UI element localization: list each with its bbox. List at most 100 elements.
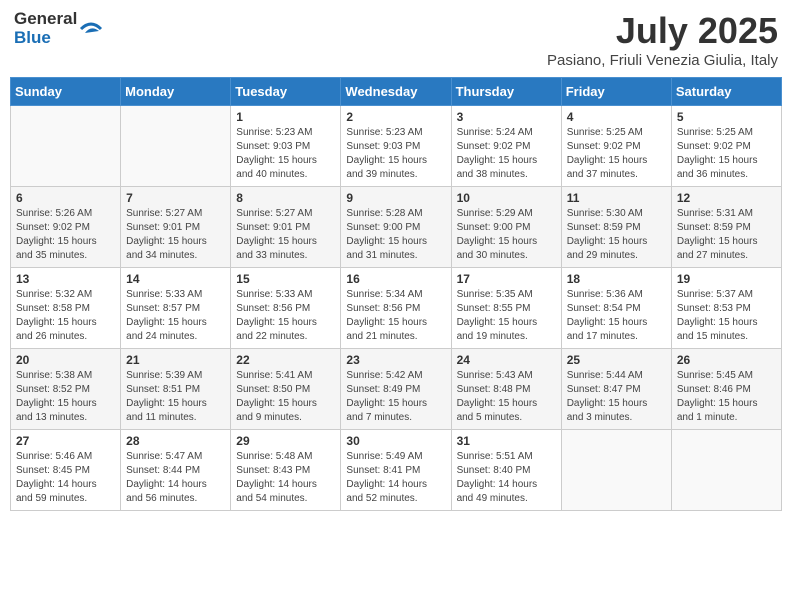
day-info: Sunrise: 5:30 AM Sunset: 8:59 PM Dayligh… (567, 207, 666, 263)
weekday-header: Wednesday (341, 78, 451, 106)
day-number: 20 (16, 353, 115, 367)
calendar-week-row: 13 Sunrise: 5:32 AM Sunset: 8:58 PM Dayli… (11, 268, 782, 349)
calendar-week-row: 6 Sunrise: 5:26 AM Sunset: 9:02 PM Daylig… (11, 187, 782, 268)
day-info: Sunrise: 5:49 AM Sunset: 8:41 PM Dayligh… (346, 450, 445, 506)
logo-general: General (14, 10, 77, 29)
day-number: 1 (236, 110, 335, 124)
day-number: 18 (567, 272, 666, 286)
day-number: 2 (346, 110, 445, 124)
logo-icon (79, 17, 103, 41)
day-number: 15 (236, 272, 335, 286)
calendar-header-row: SundayMondayTuesdayWednesdayThursdayFrid… (11, 78, 782, 106)
day-info: Sunrise: 5:31 AM Sunset: 8:59 PM Dayligh… (677, 207, 776, 263)
day-info: Sunrise: 5:29 AM Sunset: 9:00 PM Dayligh… (457, 207, 556, 263)
day-info: Sunrise: 5:33 AM Sunset: 8:57 PM Dayligh… (126, 288, 225, 344)
calendar-cell: 3Sunrise: 5:24 AM Sunset: 9:02 PM Daylig… (451, 106, 561, 187)
location: Pasiano, Friuli Venezia Giulia, Italy (547, 52, 778, 69)
day-info: Sunrise: 5:41 AM Sunset: 8:50 PM Dayligh… (236, 369, 335, 425)
day-number: 3 (457, 110, 556, 124)
calendar-cell: 22 Sunrise: 5:41 AM Sunset: 8:50 PM Dayli… (231, 349, 341, 430)
day-info: Sunrise: 5:23 AM Sunset: 9:03 PM Dayligh… (236, 126, 335, 182)
logo-blue: Blue (14, 29, 77, 48)
weekday-header: Thursday (451, 78, 561, 106)
day-info: Sunrise: 5:37 AM Sunset: 8:53 PM Dayligh… (677, 288, 776, 344)
page-header: General Blue July 2025 Pasiano, Friuli V… (10, 10, 782, 69)
calendar-cell: 11 Sunrise: 5:30 AM Sunset: 8:59 PM Dayli… (561, 187, 671, 268)
day-number: 28 (126, 434, 225, 448)
month-title: July 2025 (547, 10, 778, 52)
weekday-header: Sunday (11, 78, 121, 106)
calendar-cell: 25 Sunrise: 5:44 AM Sunset: 8:47 PM Dayli… (561, 349, 671, 430)
day-number: 6 (16, 191, 115, 205)
day-info: Sunrise: 5:25 AM Sunset: 9:02 PM Dayligh… (567, 126, 666, 182)
day-info: Sunrise: 5:32 AM Sunset: 8:58 PM Dayligh… (16, 288, 115, 344)
day-number: 11 (567, 191, 666, 205)
calendar-cell: 27 Sunrise: 5:46 AM Sunset: 8:45 PM Dayli… (11, 430, 121, 511)
calendar-cell (671, 430, 781, 511)
day-info: Sunrise: 5:38 AM Sunset: 8:52 PM Dayligh… (16, 369, 115, 425)
calendar-cell: 19 Sunrise: 5:37 AM Sunset: 8:53 PM Dayli… (671, 268, 781, 349)
day-number: 24 (457, 353, 556, 367)
day-number: 4 (567, 110, 666, 124)
day-info: Sunrise: 5:42 AM Sunset: 8:49 PM Dayligh… (346, 369, 445, 425)
day-info: Sunrise: 5:36 AM Sunset: 8:54 PM Dayligh… (567, 288, 666, 344)
day-info: Sunrise: 5:23 AM Sunset: 9:03 PM Dayligh… (346, 126, 445, 182)
calendar-cell: 7Sunrise: 5:27 AM Sunset: 9:01 PM Daylig… (121, 187, 231, 268)
day-number: 22 (236, 353, 335, 367)
day-number: 19 (677, 272, 776, 286)
calendar-cell: 30Sunrise: 5:49 AM Sunset: 8:41 PM Dayli… (341, 430, 451, 511)
calendar-week-row: 20 Sunrise: 5:38 AM Sunset: 8:52 PM Dayli… (11, 349, 782, 430)
calendar-cell: 12 Sunrise: 5:31 AM Sunset: 8:59 PM Dayli… (671, 187, 781, 268)
day-number: 23 (346, 353, 445, 367)
day-info: Sunrise: 5:47 AM Sunset: 8:44 PM Dayligh… (126, 450, 225, 506)
calendar-cell: 2 Sunrise: 5:23 AM Sunset: 9:03 PM Daylig… (341, 106, 451, 187)
day-info: Sunrise: 5:26 AM Sunset: 9:02 PM Dayligh… (16, 207, 115, 263)
calendar-cell: 31 Sunrise: 5:51 AM Sunset: 8:40 PM Dayli… (451, 430, 561, 511)
day-info: Sunrise: 5:44 AM Sunset: 8:47 PM Dayligh… (567, 369, 666, 425)
day-number: 9 (346, 191, 445, 205)
calendar-cell: 13 Sunrise: 5:32 AM Sunset: 8:58 PM Dayli… (11, 268, 121, 349)
day-number: 29 (236, 434, 335, 448)
day-number: 27 (16, 434, 115, 448)
calendar-week-row: 1 Sunrise: 5:23 AM Sunset: 9:03 PM Daylig… (11, 106, 782, 187)
calendar-cell: 21 Sunrise: 5:39 AM Sunset: 8:51 PM Dayli… (121, 349, 231, 430)
calendar-cell: 24 Sunrise: 5:43 AM Sunset: 8:48 PM Dayli… (451, 349, 561, 430)
calendar-cell: 23 Sunrise: 5:42 AM Sunset: 8:49 PM Dayli… (341, 349, 451, 430)
weekday-header: Friday (561, 78, 671, 106)
calendar-cell (121, 106, 231, 187)
day-number: 25 (567, 353, 666, 367)
day-number: 13 (16, 272, 115, 286)
calendar-cell: 28 Sunrise: 5:47 AM Sunset: 8:44 PM Dayli… (121, 430, 231, 511)
day-info: Sunrise: 5:51 AM Sunset: 8:40 PM Dayligh… (457, 450, 556, 506)
day-number: 21 (126, 353, 225, 367)
calendar-cell: 29 Sunrise: 5:48 AM Sunset: 8:43 PM Dayli… (231, 430, 341, 511)
calendar-cell (11, 106, 121, 187)
day-info: Sunrise: 5:39 AM Sunset: 8:51 PM Dayligh… (126, 369, 225, 425)
calendar-cell: 8Sunrise: 5:27 AM Sunset: 9:01 PM Daylig… (231, 187, 341, 268)
weekday-header: Tuesday (231, 78, 341, 106)
day-info: Sunrise: 5:46 AM Sunset: 8:45 PM Dayligh… (16, 450, 115, 506)
day-number: 7 (126, 191, 225, 205)
calendar-cell: 4 Sunrise: 5:25 AM Sunset: 9:02 PM Daylig… (561, 106, 671, 187)
day-info: Sunrise: 5:43 AM Sunset: 8:48 PM Dayligh… (457, 369, 556, 425)
logo: General Blue (14, 10, 103, 47)
calendar-cell: 18 Sunrise: 5:36 AM Sunset: 8:54 PM Dayli… (561, 268, 671, 349)
day-number: 12 (677, 191, 776, 205)
calendar-cell: 9Sunrise: 5:28 AM Sunset: 9:00 PM Daylig… (341, 187, 451, 268)
weekday-header: Saturday (671, 78, 781, 106)
day-number: 31 (457, 434, 556, 448)
calendar-cell (561, 430, 671, 511)
calendar-cell: 26Sunrise: 5:45 AM Sunset: 8:46 PM Dayli… (671, 349, 781, 430)
calendar-cell: 15 Sunrise: 5:33 AM Sunset: 8:56 PM Dayli… (231, 268, 341, 349)
day-info: Sunrise: 5:25 AM Sunset: 9:02 PM Dayligh… (677, 126, 776, 182)
calendar-cell: 1 Sunrise: 5:23 AM Sunset: 9:03 PM Daylig… (231, 106, 341, 187)
day-info: Sunrise: 5:48 AM Sunset: 8:43 PM Dayligh… (236, 450, 335, 506)
calendar-cell: 14 Sunrise: 5:33 AM Sunset: 8:57 PM Dayli… (121, 268, 231, 349)
weekday-header: Monday (121, 78, 231, 106)
calendar-cell: 16Sunrise: 5:34 AM Sunset: 8:56 PM Dayli… (341, 268, 451, 349)
day-number: 8 (236, 191, 335, 205)
day-number: 14 (126, 272, 225, 286)
day-info: Sunrise: 5:33 AM Sunset: 8:56 PM Dayligh… (236, 288, 335, 344)
day-info: Sunrise: 5:45 AM Sunset: 8:46 PM Dayligh… (677, 369, 776, 425)
title-block: July 2025 Pasiano, Friuli Venezia Giulia… (547, 10, 778, 69)
